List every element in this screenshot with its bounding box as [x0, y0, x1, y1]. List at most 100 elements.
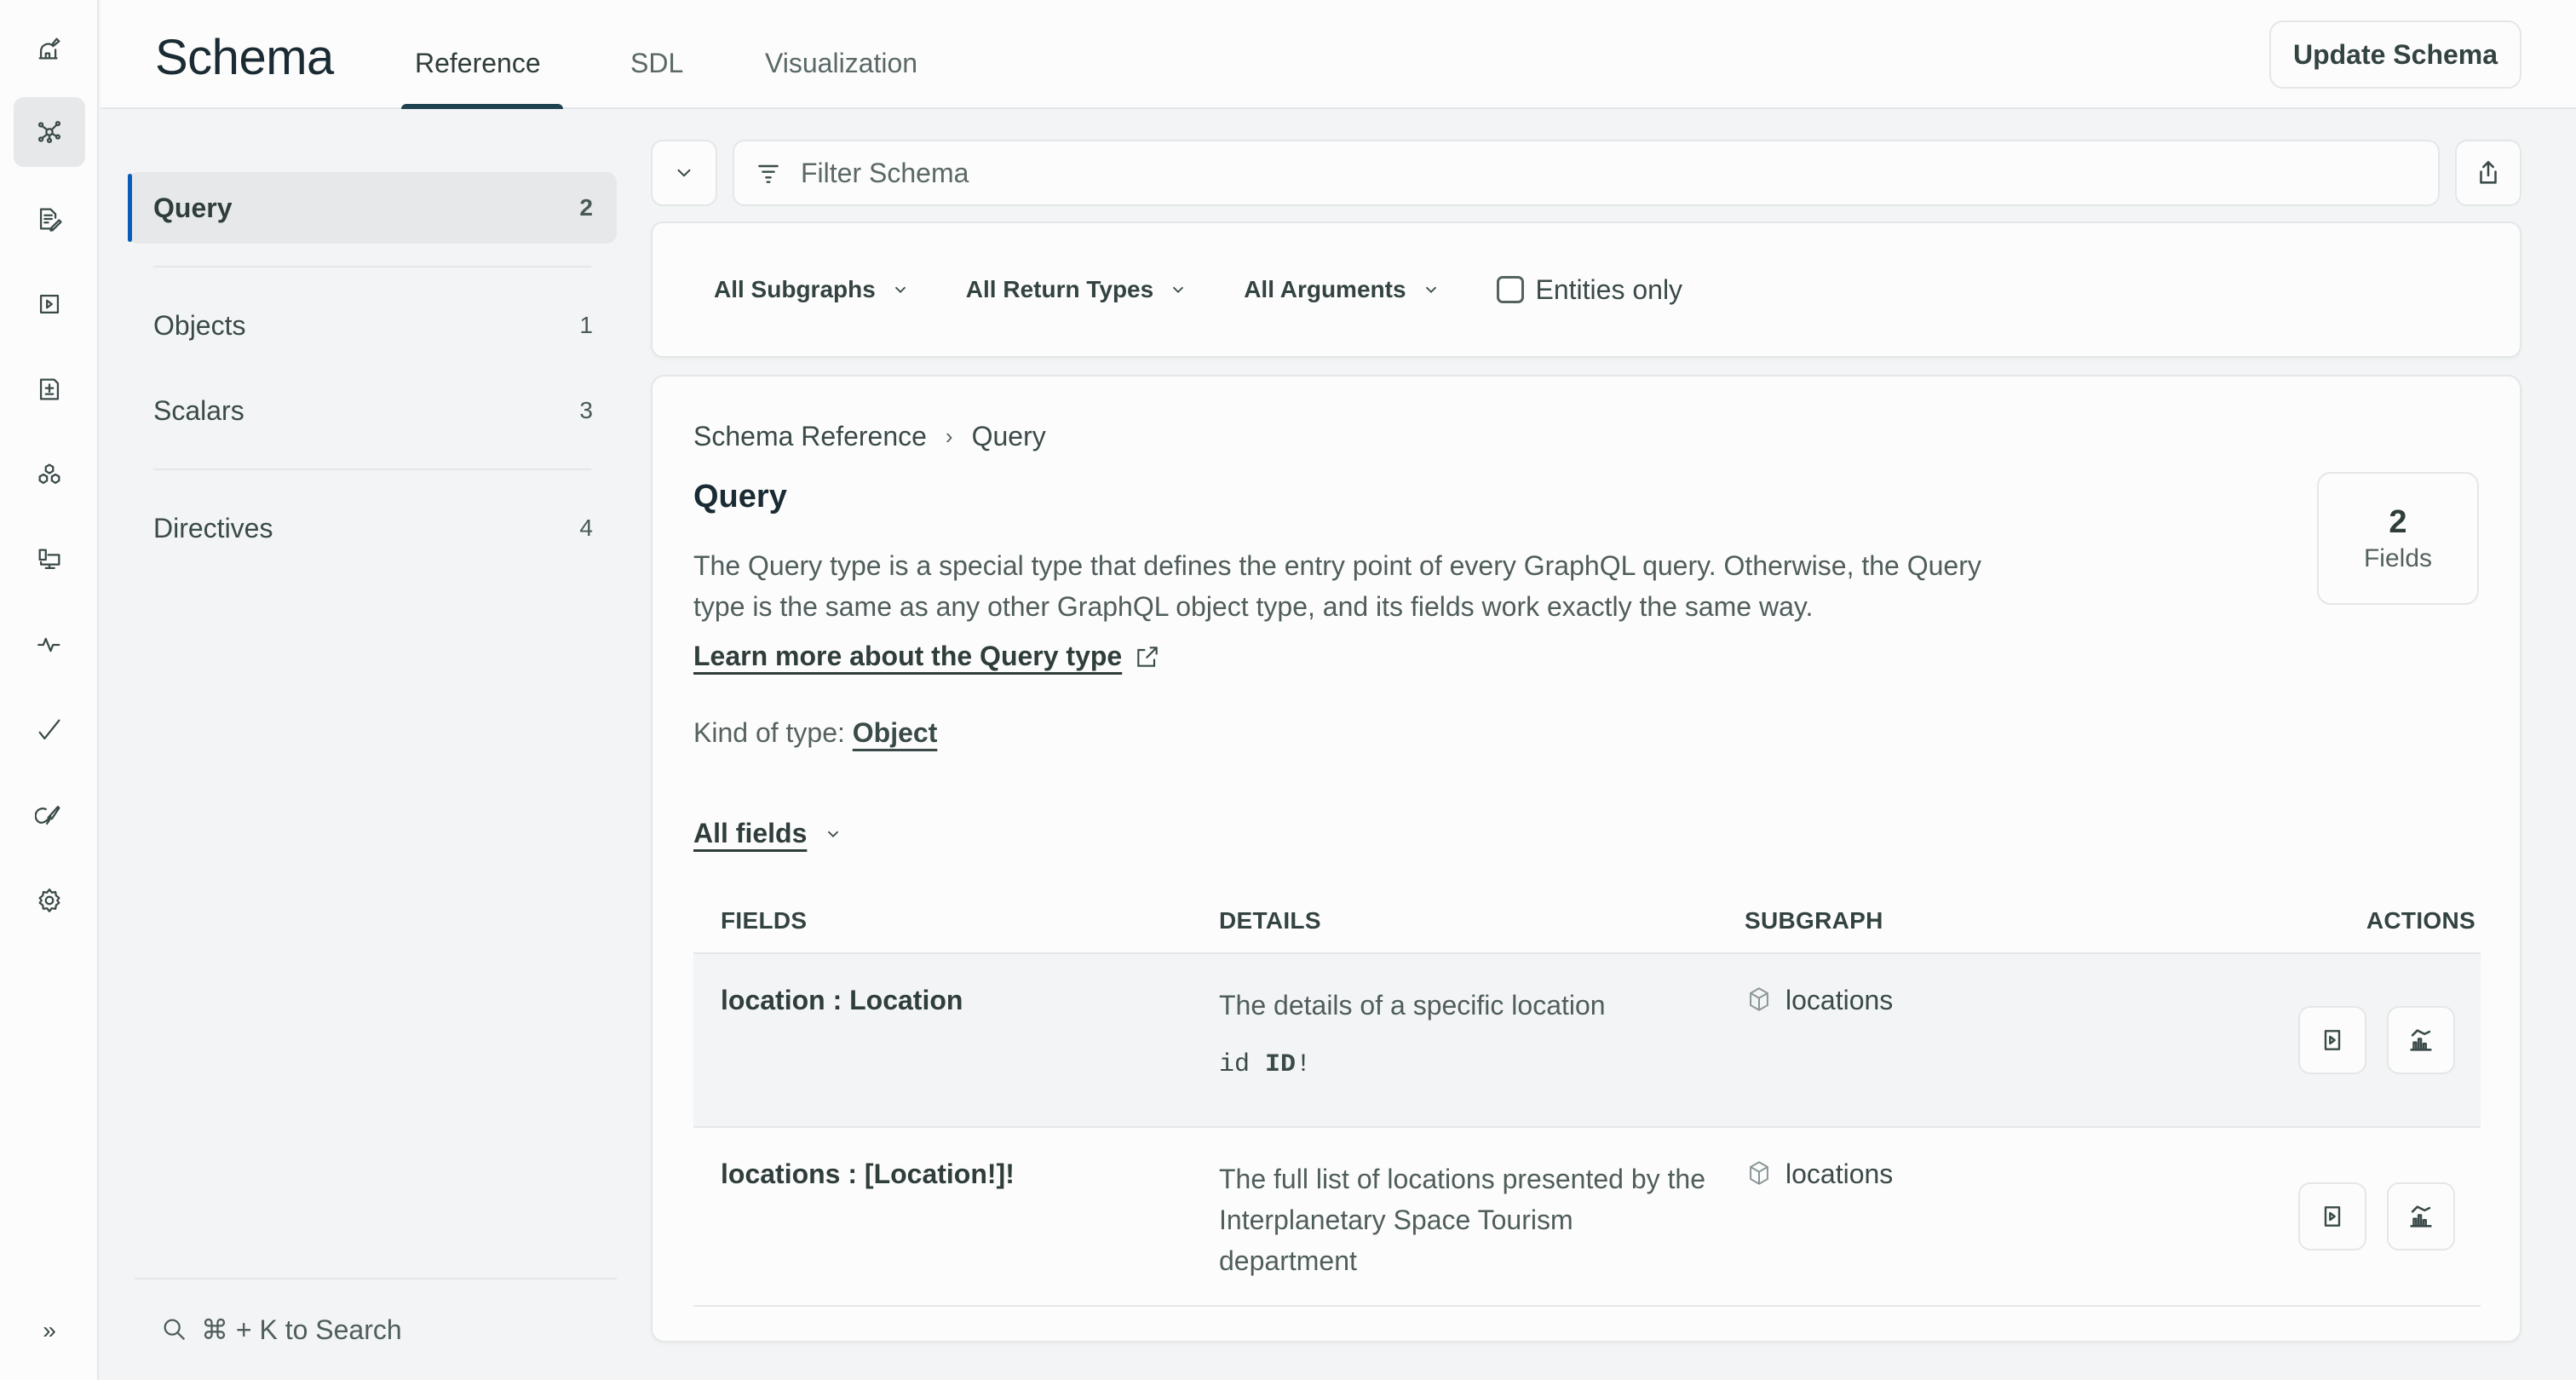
kind-of-type: Kind of type: Object: [693, 717, 937, 749]
table-row[interactable]: locations : [Location!]! The full list o…: [693, 1128, 2481, 1307]
tab-sdl[interactable]: SDL: [630, 48, 683, 79]
table-row[interactable]: location : Location The details of a spe…: [693, 954, 2481, 1128]
fields-label: Fields: [2363, 543, 2433, 572]
nav-observatory[interactable]: [14, 14, 85, 83]
dropdown-label: All Subgraphs: [714, 276, 876, 302]
filter-schema-input[interactable]: [801, 157, 2334, 189]
type-nav-query[interactable]: Query 2: [128, 172, 617, 244]
type-nav-count: 3: [579, 397, 593, 423]
search-hint-text: ⌘ + K to Search: [201, 1314, 402, 1345]
field-insights-button[interactable]: [2387, 1006, 2455, 1074]
insights-icon: [37, 637, 60, 653]
run-in-explorer-button[interactable]: [2298, 1006, 2366, 1074]
fields-count-stat: 2 Fields: [2317, 472, 2479, 605]
field-description: The details of a specific location: [1219, 990, 1606, 1021]
expand-nav-button[interactable]: »: [14, 1295, 85, 1366]
type-nav-label: Scalars: [153, 394, 244, 426]
chevron-down-icon: [894, 286, 906, 294]
row-actions: [2222, 954, 2481, 1126]
fields-count: 2: [2389, 503, 2407, 540]
nav-changelog[interactable]: [14, 354, 85, 424]
nav-explorer[interactable]: [14, 184, 85, 254]
header-details: DETAILS: [1219, 907, 1321, 934]
subgraph-name[interactable]: locations: [1785, 985, 1893, 1016]
cube-icon: [1750, 1161, 1768, 1185]
share-button[interactable]: [2455, 140, 2521, 206]
app-nav-rail: »: [0, 0, 99, 1380]
nav-clients[interactable]: [14, 525, 85, 595]
filter-icon: [758, 164, 779, 183]
kind-prefix: Kind of type:: [693, 717, 845, 748]
dropdown-label: All Return Types: [965, 276, 1154, 302]
filter-options: All Subgraphs All Return Types All Argum…: [651, 221, 2521, 358]
field-insights-icon: [2410, 1029, 2432, 1051]
learn-more-label: Learn more about the Query type: [693, 641, 1123, 671]
header-fields: FIELDS: [721, 907, 808, 934]
play-icon: [2324, 1030, 2341, 1050]
entities-only-checkbox[interactable]: [1496, 276, 1524, 303]
chevron-down-icon: [1173, 286, 1184, 294]
tab-reference[interactable]: Reference: [415, 48, 541, 79]
changelog-icon: [39, 378, 60, 400]
all-fields-dropdown[interactable]: All fields: [693, 818, 842, 849]
clients-icon: [38, 549, 60, 570]
search-icon: [164, 1319, 186, 1341]
type-nav-count: 2: [579, 194, 593, 221]
learn-more-link[interactable]: Learn more about the Query type: [693, 641, 1161, 672]
collapse-toggle-button[interactable]: [651, 140, 717, 206]
field-subgraph: locations: [1745, 954, 2222, 1126]
entities-only-toggle[interactable]: Entities only: [1496, 273, 1683, 306]
chevron-right-icon: ›: [945, 423, 953, 449]
nav-subgraphs[interactable]: [14, 440, 85, 509]
checks-icon: [38, 719, 60, 740]
active-tab-indicator: [401, 104, 563, 109]
field-signature: location : Location: [721, 985, 963, 1015]
nav-schema[interactable]: [14, 97, 85, 167]
entities-only-label: Entities only: [1535, 273, 1683, 305]
type-nav-label: Query: [153, 192, 233, 223]
table-header: FIELDS DETAILS SUBGRAPH ACTIONS: [693, 889, 2481, 954]
subgraphs-dropdown[interactable]: All Subgraphs: [714, 276, 910, 303]
type-nav-label: Objects: [153, 309, 246, 341]
type-nav-objects[interactable]: Objects 1: [128, 290, 617, 361]
header-actions: ACTIONS: [2366, 907, 2475, 934]
return-types-dropdown[interactable]: All Return Types: [966, 276, 1187, 303]
nav-insights[interactable]: [14, 610, 85, 680]
observatory-icon: [38, 37, 60, 60]
breadcrumb-root[interactable]: Schema Reference: [693, 421, 927, 452]
type-nav-directives[interactable]: Directives 4: [128, 492, 617, 564]
field-description: The full list of locations presented by …: [1219, 1164, 1705, 1276]
tab-visualization[interactable]: Visualization: [765, 48, 917, 79]
double-chevron-right-icon: »: [43, 1317, 56, 1343]
breadcrumb: Schema Reference › Query: [693, 421, 1046, 452]
run-in-explorer-button[interactable]: [2298, 1182, 2366, 1251]
page-title: Schema: [155, 30, 334, 85]
schema-graph-icon: [37, 120, 61, 144]
subgraph-name[interactable]: locations: [1785, 1159, 1893, 1190]
play-icon: [39, 294, 60, 314]
update-schema-button[interactable]: Update Schema: [2269, 20, 2521, 89]
nav-settings[interactable]: [14, 865, 85, 935]
nav-launches[interactable]: [14, 780, 85, 850]
explorer-edit-icon: [39, 208, 62, 232]
nav-operations[interactable]: [14, 269, 85, 339]
field-insights-icon: [2410, 1205, 2432, 1228]
dropdown-label: All Arguments: [1244, 276, 1406, 302]
arg-name: id: [1219, 1050, 1251, 1079]
type-nav-scalars[interactable]: Scalars 3: [128, 375, 617, 446]
arguments-dropdown[interactable]: All Arguments: [1244, 276, 1440, 303]
play-icon: [2324, 1206, 2341, 1227]
all-fields-label: All fields: [693, 818, 808, 848]
share-icon: [2480, 160, 2497, 184]
kind-value-link[interactable]: Object: [853, 717, 938, 748]
chevron-down-icon: [677, 169, 691, 177]
settings-icon: [38, 888, 60, 912]
type-description: The Query type is a special type that de…: [693, 550, 1981, 622]
chevron-down-icon: [1425, 286, 1436, 294]
nav-checks[interactable]: [14, 695, 85, 765]
type-nav-count: 1: [579, 312, 593, 338]
field-insights-button[interactable]: [2387, 1182, 2455, 1251]
search-shortcut[interactable]: ⌘ + K to Search: [135, 1278, 617, 1346]
filter-schema-field[interactable]: [733, 140, 2440, 206]
subgraphs-icon: [38, 463, 60, 485]
